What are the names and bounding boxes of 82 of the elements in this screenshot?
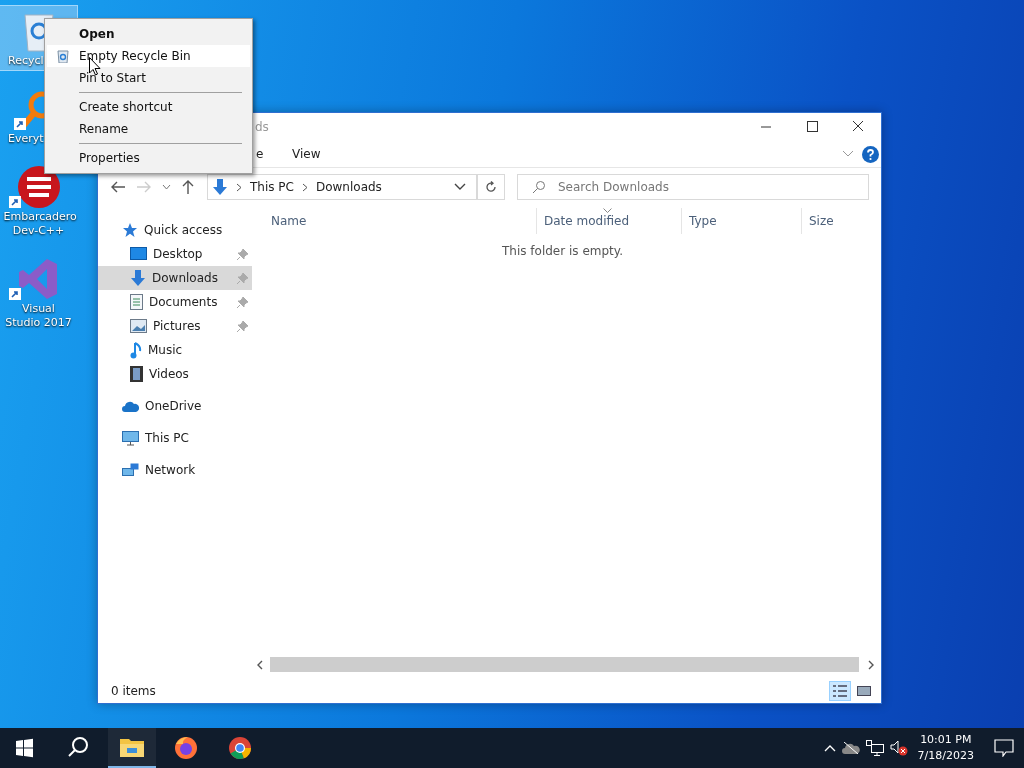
sidebar-item[interactable]: Pictures	[98, 314, 252, 338]
download-arrow-icon	[212, 179, 228, 195]
back-arrow-icon[interactable]	[110, 180, 126, 194]
sidebar-label: Videos	[149, 367, 189, 381]
sidebar-label: Desktop	[153, 247, 203, 261]
image-icon	[130, 319, 147, 333]
sidebar-item[interactable]: This PC	[98, 426, 252, 450]
sidebar-item[interactable]: Downloads	[98, 266, 252, 290]
cloud-icon	[122, 400, 139, 412]
music-note-icon	[130, 341, 142, 359]
monitor-icon	[122, 430, 139, 446]
details-list-icon	[832, 684, 848, 698]
sidebar-item[interactable]: Network	[98, 458, 252, 482]
thumbnail-icon	[856, 684, 872, 698]
item-count: 0 items	[111, 684, 156, 698]
sidebar-label: OneDrive	[145, 399, 202, 413]
search-icon	[532, 180, 546, 194]
taskbar-app-button[interactable]	[108, 728, 156, 768]
column-title: Date modified	[544, 214, 630, 228]
desktop-folder-icon	[130, 247, 147, 261]
shortcut-label: Recycl	[7, 54, 44, 68]
sidebar-label: This PC	[145, 431, 189, 445]
chevron-right-icon	[236, 182, 242, 192]
column-header[interactable]: Size	[801, 208, 881, 234]
sidebar-label: Quick access	[144, 223, 223, 237]
film-strip-icon	[130, 366, 143, 382]
search-field[interactable]: Search Downloads	[517, 174, 869, 200]
window-title: ds	[255, 120, 269, 134]
shortcut-label: Visual Studio 2017	[4, 302, 73, 330]
sidebar-item[interactable]: Quick access	[98, 218, 252, 242]
up-arrow-icon[interactable]	[181, 179, 195, 195]
network-wired-icon[interactable]	[865, 740, 884, 756]
column-header[interactable]: Type	[681, 208, 801, 234]
download-arrow-icon	[130, 270, 146, 286]
star-icon	[122, 222, 138, 238]
empty-folder-message: This folder is empty.	[501, 244, 624, 258]
menu-item[interactable]: Create shortcut	[47, 96, 250, 118]
menu-item[interactable]: Empty Recycle Bin	[47, 45, 250, 67]
shortcut-label: Everyt	[7, 132, 44, 146]
breadcrumb[interactable]: Downloads	[315, 180, 382, 194]
clock-date: 7/18/2023	[917, 748, 974, 764]
cloud-offline-icon[interactable]	[841, 742, 860, 754]
scrollbar-thumb[interactable]	[270, 657, 859, 672]
column-title: Size	[809, 214, 834, 228]
chevron-down-icon[interactable]	[454, 183, 466, 191]
folder-icon	[120, 737, 144, 757]
ribbon-tab[interactable]: e	[256, 145, 274, 163]
browser-logo-icon	[228, 736, 252, 760]
help-icon[interactable]	[862, 145, 879, 163]
notification-icon[interactable]	[994, 739, 1014, 757]
sidebar-label: Downloads	[152, 271, 218, 285]
refresh-icon	[485, 181, 497, 193]
fox-globe-icon	[174, 736, 198, 760]
column-header[interactable]: Name	[264, 208, 536, 234]
address-bar[interactable]: This PC Downloads	[207, 174, 477, 200]
sidebar-label: Network	[145, 463, 196, 477]
column-header[interactable]: Date modified	[536, 208, 681, 234]
sidebar-item[interactable]: Videos	[98, 362, 252, 386]
document-icon	[130, 294, 143, 310]
sidebar-item[interactable]: Documents	[98, 290, 252, 314]
chevron-up-icon[interactable]	[823, 744, 836, 752]
network-icon	[122, 462, 139, 478]
sidebar-label: Pictures	[153, 319, 201, 333]
column-title: Name	[271, 214, 307, 228]
speaker-icon[interactable]	[889, 740, 908, 756]
sidebar-item[interactable]: OneDrive	[98, 394, 252, 418]
sidebar-label: Documents	[149, 295, 218, 309]
clock-time: 10:01 PM	[920, 732, 972, 748]
refresh-button[interactable]	[477, 174, 505, 200]
column-title: Type	[689, 214, 717, 228]
details-view-button[interactable]	[829, 681, 851, 701]
clock[interactable]: 10:01 PM 7/18/2023	[917, 732, 974, 764]
sidebar-item[interactable]: Music	[98, 338, 252, 362]
menu-item[interactable]: Pin to Start	[47, 67, 250, 89]
search-input[interactable]: Search Downloads	[556, 179, 858, 195]
chevron-right-icon	[301, 182, 308, 192]
sidebar-label: Music	[148, 343, 183, 357]
breadcrumb[interactable]: This PC	[250, 180, 294, 194]
ribbon-tab[interactable]: View	[284, 145, 329, 163]
shortcut-label: Embarcadero Dev-C++	[3, 210, 74, 238]
sidebar-item[interactable]: Desktop	[98, 242, 252, 266]
menu-item[interactable]: Rename	[47, 118, 250, 140]
